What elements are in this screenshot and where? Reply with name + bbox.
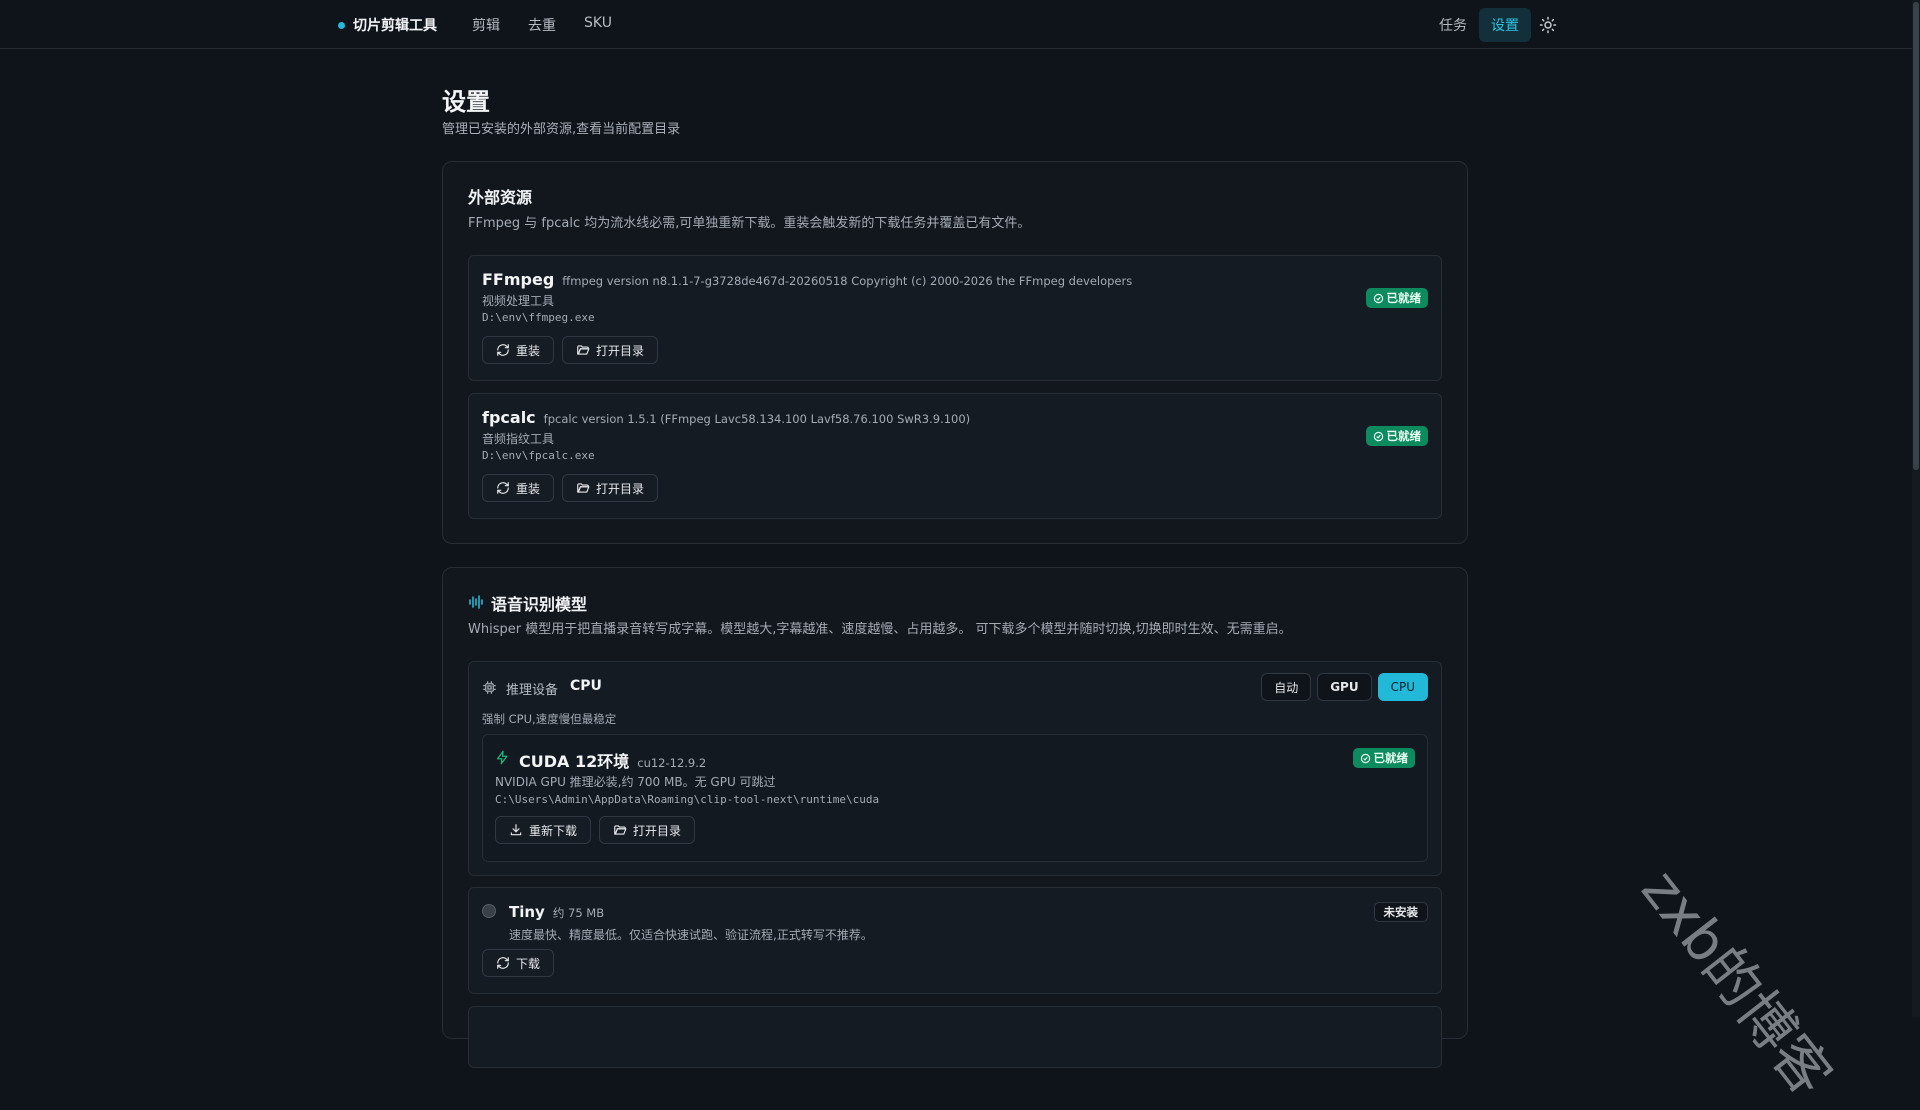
nav-item-clip[interactable]: 剪辑: [472, 15, 500, 35]
refresh-icon: [497, 482, 509, 494]
check-circle-icon: [1373, 293, 1383, 303]
nav-item-sku[interactable]: SKU: [584, 15, 612, 31]
cuda-actions: 重新下载 打开目录: [495, 816, 696, 844]
status-label: 已就绪: [1386, 291, 1422, 305]
reinstall-button[interactable]: 重装: [482, 474, 555, 502]
device-option-auto[interactable]: 自动: [1261, 673, 1312, 701]
refresh-icon: [497, 957, 509, 969]
cuda-version: cu12-12.9.2: [637, 756, 707, 770]
cuda-header: CUDA 12环境 cu12-12.9.2: [519, 748, 706, 772]
scrollbar[interactable]: [1912, 0, 1920, 1017]
page-title: 设置: [442, 88, 490, 116]
redownload-label: 重新下载: [529, 823, 578, 838]
status-label: 已就绪: [1386, 429, 1422, 443]
redownload-button[interactable]: 重新下载: [495, 816, 592, 844]
model-item-next[interactable]: [468, 1006, 1442, 1068]
model-item-tiny[interactable]: Tiny 约 75 MB 速度最快、精度最低。仅适合快速试跑、验证流程,正式转写…: [468, 887, 1442, 994]
status-badge-ready: 已就绪: [1365, 288, 1428, 308]
model-desc: 速度最快、精度最低。仅适合快速试跑、验证流程,正式转写不推荐。: [509, 928, 873, 942]
reinstall-label: 重装: [516, 481, 541, 496]
external-resources-desc: FFmpeg 与 fpcalc 均为流水线必需,可单独重新下载。重装会触发新的下…: [468, 216, 1031, 231]
asr-models-desc: Whisper 模型用于把直播录音转写成字幕。模型越大,字幕越准、速度越慢、占用…: [468, 622, 1292, 637]
inference-device-panel: 推理设备 CPU 强制 CPU,速度慢但最稳定 自动 GPU CPU CUDA …: [468, 661, 1442, 876]
top-nav-bar: 切片剪辑工具 剪辑 去重 SKU 任务 设置: [0, 0, 1912, 49]
model-radio[interactable]: [482, 904, 496, 918]
device-label: 推理设备: [506, 683, 559, 698]
audio-wave-icon: [469, 595, 483, 609]
sun-icon[interactable]: [1539, 16, 1557, 34]
resource-desc: 视频处理工具: [482, 294, 555, 308]
brand-name: 切片剪辑工具: [353, 18, 437, 34]
open-folder-label: 打开目录: [596, 481, 645, 496]
device-note: 强制 CPU,速度慢但最稳定: [482, 712, 617, 726]
status-badge-ready: 已就绪: [1365, 426, 1428, 446]
external-resources-title: 外部资源: [468, 188, 533, 207]
status-badge-ready: 已就绪: [1352, 748, 1415, 768]
asr-models-card: 语音识别模型 Whisper 模型用于把直播录音转写成字幕。模型越大,字幕越准、…: [442, 567, 1468, 1068]
external-resources-card: 外部资源 FFmpeg 与 fpcalc 均为流水线必需,可单独重新下载。重装会…: [442, 161, 1468, 544]
resource-path: D:\env\ffmpeg.exe: [482, 311, 595, 324]
download-button[interactable]: 下载: [482, 949, 555, 977]
device-selector: 自动 GPU CPU: [1261, 673, 1428, 701]
page-subtitle: 管理已安装的外部资源,查看当前配置目录: [442, 122, 681, 137]
scrollbar-thumb[interactable]: [1913, 2, 1919, 470]
resource-header: FFmpeg ffmpeg version n8.1.1-7-g3728de46…: [482, 270, 1132, 289]
reinstall-button[interactable]: 重装: [482, 336, 555, 364]
device-option-cpu[interactable]: CPU: [1377, 673, 1428, 701]
resource-name: FFmpeg: [482, 270, 555, 289]
download-icon: [510, 824, 522, 836]
resource-version: ffmpeg version n8.1.1-7-g3728de467d-2026…: [562, 274, 1133, 288]
resource-actions: 重装 打开目录: [482, 474, 659, 502]
resource-actions: 重装 打开目录: [482, 336, 659, 364]
device-value: CPU: [570, 678, 602, 694]
model-actions: 下载: [482, 949, 555, 977]
model-name: Tiny: [509, 903, 545, 921]
asr-models-title: 语音识别模型: [491, 595, 588, 614]
model-header: Tiny 约 75 MB: [509, 903, 604, 921]
folder-open-icon: [577, 345, 590, 355]
open-folder-button[interactable]: 打开目录: [562, 336, 659, 364]
device-option-gpu[interactable]: GPU: [1317, 673, 1372, 701]
brand-dot-icon: [338, 21, 345, 29]
resource-desc: 音频指纹工具: [482, 432, 555, 446]
folder-open-icon: [577, 483, 590, 493]
check-circle-icon: [1360, 753, 1370, 763]
resource-fpcalc: fpcalc fpcalc version 1.5.1 (FFmpeg Lavc…: [468, 393, 1442, 519]
nav-item-dedupe[interactable]: 去重: [528, 15, 556, 35]
lightning-icon: [496, 750, 508, 765]
refresh-icon: [497, 344, 509, 356]
cuda-path: C:\Users\Admin\AppData\Roaming\clip-tool…: [495, 793, 880, 806]
resource-version: fpcalc version 1.5.1 (FFmpeg Lavc58.134.…: [543, 412, 971, 426]
watermark: zxb的博客: [1628, 858, 1844, 1108]
open-folder-button[interactable]: 打开目录: [562, 474, 659, 502]
resource-name: fpcalc: [482, 408, 536, 427]
reinstall-label: 重装: [516, 343, 541, 358]
check-circle-icon: [1373, 431, 1383, 441]
app-brand[interactable]: 切片剪辑工具: [338, 15, 437, 35]
cpu-chip-icon: [483, 681, 496, 694]
resource-header: fpcalc fpcalc version 1.5.1 (FFmpeg Lavc…: [482, 408, 970, 427]
nav-item-settings[interactable]: 设置: [1479, 8, 1531, 42]
open-folder-label: 打开目录: [596, 343, 645, 358]
nav-right-group: 任务 设置: [1427, 8, 1557, 42]
cuda-runtime-panel: CUDA 12环境 cu12-12.9.2 NVIDIA GPU 推理必装,约 …: [482, 734, 1428, 862]
open-folder-label: 打开目录: [633, 823, 682, 838]
resource-ffmpeg: FFmpeg ffmpeg version n8.1.1-7-g3728de46…: [468, 255, 1442, 381]
nav-item-tasks[interactable]: 任务: [1427, 8, 1479, 42]
resource-path: D:\env\fpcalc.exe: [482, 449, 595, 462]
open-folder-button[interactable]: 打开目录: [599, 816, 696, 844]
cuda-desc: NVIDIA GPU 推理必装,约 700 MB。无 GPU 可跳过: [495, 775, 776, 789]
status-label: 已就绪: [1373, 751, 1409, 765]
status-badge-not-installed: 未安装: [1373, 902, 1428, 922]
model-size: 约 75 MB: [552, 906, 605, 920]
download-label: 下载: [516, 956, 541, 971]
cuda-name: CUDA 12环境: [519, 752, 630, 771]
folder-open-icon: [614, 825, 627, 835]
